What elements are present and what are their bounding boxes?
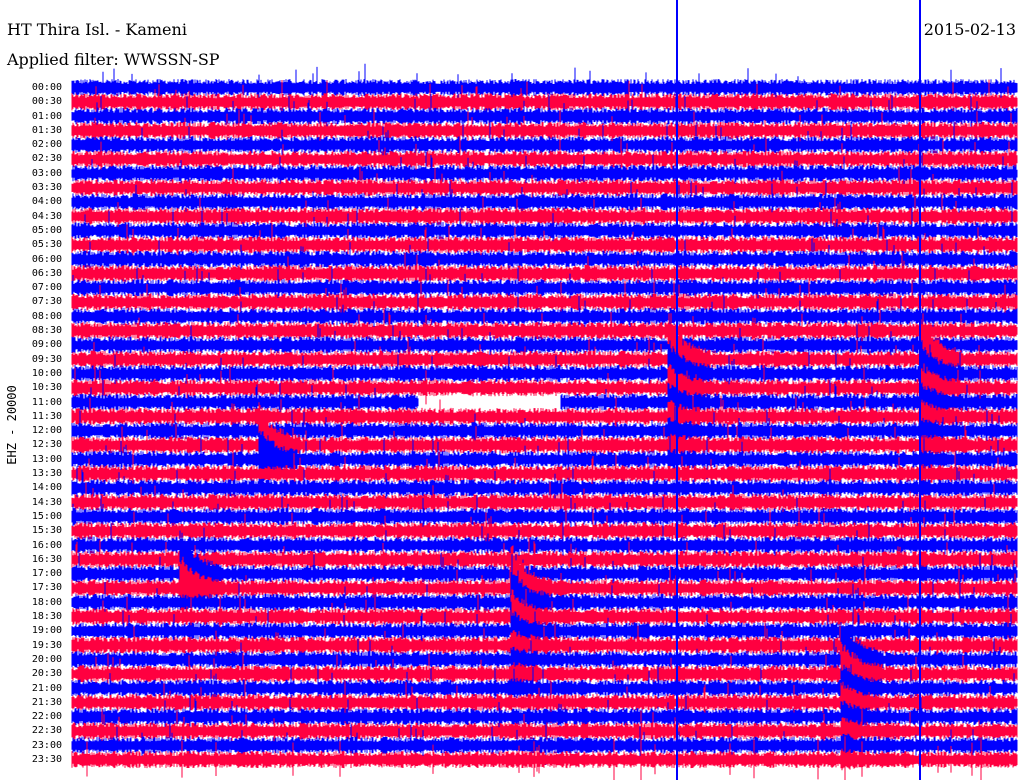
row-time-label: 04:30 [31, 210, 62, 222]
row-time-label: 20:30 [31, 668, 62, 680]
row-time-label: 02:00 [31, 139, 62, 151]
row-time-label: 22:30 [31, 725, 62, 737]
row-time-label: 12:30 [31, 439, 62, 451]
row-time-label: 23:00 [31, 739, 62, 751]
row-time-label: 03:30 [31, 182, 62, 194]
row-time-label: 13:00 [31, 453, 62, 465]
row-time-label: 10:00 [31, 367, 62, 379]
row-time-label: 08:00 [31, 310, 62, 322]
row-time-label: 19:00 [31, 625, 62, 637]
row-time-label: 21:30 [31, 696, 62, 708]
row-time-label: 00:00 [31, 82, 62, 93]
row-time-label: 12:00 [31, 425, 62, 437]
row-time-label: 18:00 [31, 596, 62, 608]
row-time-label: 14:00 [31, 482, 62, 494]
row-time-label: 21:00 [31, 682, 62, 694]
row-time-label: 16:30 [31, 553, 62, 565]
row-time-label: 07:30 [31, 296, 62, 308]
row-time-label: 10:30 [31, 382, 62, 394]
row-time-label: 09:00 [31, 339, 62, 351]
row-time-label: 11:30 [31, 410, 62, 422]
row-time-label: 11:00 [31, 396, 62, 408]
row-time-label: 17:00 [31, 568, 62, 580]
row-time-label: 06:00 [31, 253, 62, 265]
row-time-label: 13:30 [31, 468, 62, 480]
row-time-label: 15:30 [31, 525, 62, 537]
row-time-label: 18:30 [31, 611, 62, 623]
helicorder-chart: HT Thira Isl. - Kameni Applied filter: W… [0, 0, 1024, 780]
row-time-label: 01:30 [31, 124, 62, 136]
row-time-label: 08:30 [31, 325, 62, 337]
row-time-label: 19:30 [31, 639, 62, 651]
row-time-label: 23:30 [31, 754, 62, 765]
row-time-label: 03:00 [31, 167, 62, 179]
row-time-label: 00:30 [31, 96, 62, 108]
row-time-label: 22:00 [31, 711, 62, 723]
seismogram-traces [71, 0, 1018, 780]
row-time-label: 05:00 [31, 224, 62, 236]
row-time-label: 07:00 [31, 282, 62, 294]
row-time-label: 04:00 [31, 196, 62, 208]
row-time-label: 15:00 [31, 510, 62, 522]
row-time-label: 09:30 [31, 353, 62, 365]
row-time-label: 14:30 [31, 496, 62, 508]
row-time-label: 05:30 [31, 239, 62, 251]
row-time-label: 01:00 [31, 110, 62, 122]
row-time-label: 02:30 [31, 153, 62, 165]
row-time-label: 16:00 [31, 539, 62, 551]
row-time-label: 20:00 [31, 653, 62, 665]
row-time-label: 06:30 [31, 267, 62, 279]
row-time-label: 17:30 [31, 582, 62, 594]
